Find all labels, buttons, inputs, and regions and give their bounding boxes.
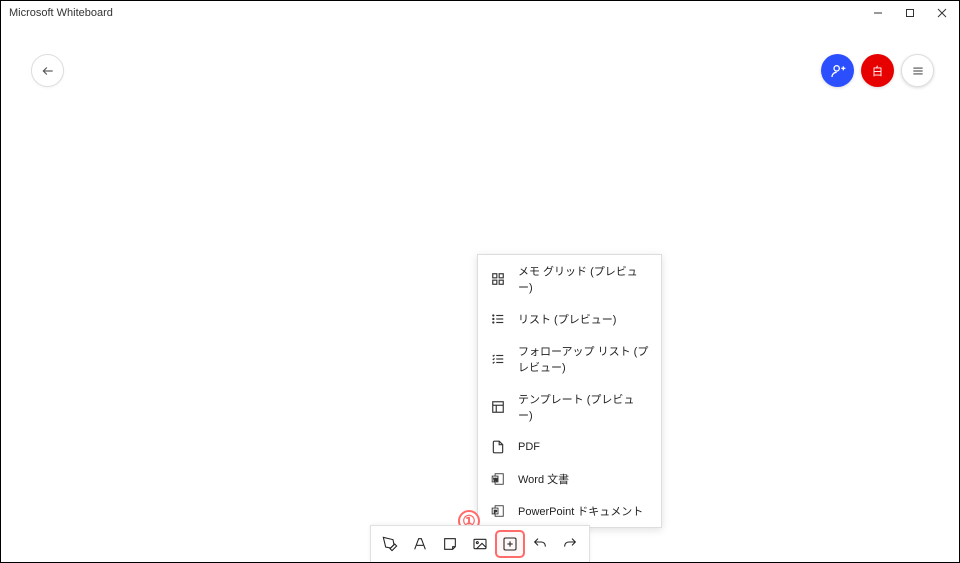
template-icon [490, 399, 506, 415]
menu-item-list[interactable]: リスト (プレビュー) [478, 303, 661, 335]
menu-item-powerpoint[interactable]: P PowerPoint ドキュメント [478, 495, 661, 527]
powerpoint-icon: P [490, 503, 506, 519]
list-icon [490, 311, 506, 327]
menu-item-label: メモ グリッド (プレビュー) [518, 263, 649, 295]
menu-item-note-grid[interactable]: メモ グリッド (プレビュー) [478, 255, 661, 303]
menu-item-label: テンプレート (プレビュー) [518, 391, 649, 423]
menu-item-label: PDF [518, 441, 540, 453]
top-right-controls: 白 [821, 54, 934, 87]
window-controls [873, 8, 951, 18]
menu-item-word[interactable]: W Word 文書 [478, 463, 661, 495]
note-grid-icon [490, 271, 506, 287]
invite-button[interactable] [821, 54, 854, 87]
user-avatar[interactable]: 白 [861, 54, 894, 87]
insert-menu: メモ グリッド (プレビュー) リスト (プレビュー) フォローアップ リスト … [477, 254, 662, 528]
pen-tool[interactable] [375, 530, 405, 558]
note-tool[interactable] [435, 530, 465, 558]
maximize-button[interactable] [905, 8, 919, 18]
title-bar: Microsoft Whiteboard [1, 1, 959, 25]
menu-item-followup-list[interactable]: フォローアップ リスト (プレビュー) [478, 335, 661, 383]
svg-text:P: P [494, 509, 497, 514]
menu-item-label: PowerPoint ドキュメント [518, 503, 643, 519]
insert-tool[interactable] [495, 530, 525, 558]
text-tool[interactable] [405, 530, 435, 558]
back-button[interactable] [31, 54, 64, 87]
close-button[interactable] [937, 8, 951, 18]
menu-item-label: リスト (プレビュー) [518, 311, 616, 327]
minimize-button[interactable] [873, 8, 887, 18]
undo-button[interactable] [525, 530, 555, 558]
image-tool[interactable] [465, 530, 495, 558]
menu-item-template[interactable]: テンプレート (プレビュー) [478, 383, 661, 431]
svg-text:W: W [493, 477, 498, 482]
window-title: Microsoft Whiteboard [9, 7, 873, 19]
menu-item-label: Word 文書 [518, 471, 569, 487]
bottom-toolbar [370, 525, 590, 562]
menu-item-label: フォローアップ リスト (プレビュー) [518, 343, 649, 375]
pdf-icon [490, 439, 506, 455]
menu-item-pdf[interactable]: PDF [478, 431, 661, 463]
settings-menu-button[interactable] [901, 54, 934, 87]
followup-list-icon [490, 351, 506, 367]
redo-button[interactable] [555, 530, 585, 558]
word-icon: W [490, 471, 506, 487]
